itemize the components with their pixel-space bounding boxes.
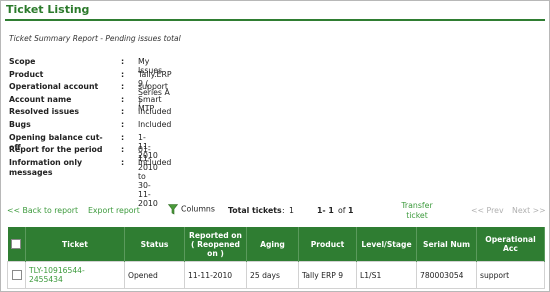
header-line: on ) [207,248,224,258]
total-tickets-label: Total tickets [228,206,282,215]
level-stage-cell: L1/S1 [356,261,417,289]
status-cell: Opened [124,261,185,289]
product-cell: Tally ERP 9 [298,261,357,289]
reported-on-cell: 11-11-2010 [184,261,247,289]
info-label: Report for the period [9,145,103,155]
table-row: TLY-10916544- 2455434 Opened 11-11-2010 … [7,261,545,289]
prev-page-link[interactable]: << Prev [471,206,504,215]
operational-acc-cell: support [476,261,545,289]
page-range: 1- 1 [317,206,334,215]
ticket-id-link[interactable]: TLY-10916544- 2455434 [29,266,85,284]
row-select-cell [7,261,26,289]
info-colon: : [121,57,125,66]
title-divider [5,19,545,21]
header-line: Reported on [189,230,242,240]
info-value: Included [138,157,172,167]
table-header-row: Ticket Status Reported on ( Reopened on … [7,227,545,262]
info-value: Included [138,107,172,117]
aging-cell: 25 days [246,261,299,289]
select-all-header [7,227,26,262]
info-label: Operational account [9,82,99,92]
row-checkbox[interactable] [11,270,22,280]
info-label: Account name [9,94,72,104]
total-tickets-colon: : [282,206,285,215]
serial-num-cell: 780003054 [416,261,477,289]
export-report-link[interactable]: Export report [88,206,140,215]
info-colon: : [121,145,125,155]
info-colon: : [121,107,125,117]
column-header-ticket[interactable]: Ticket [25,227,125,262]
columns-label: Columns [181,204,215,214]
header-line: Operational [485,235,536,244]
page-title: Ticket Listing [6,3,90,16]
ticket-id-line1: TLY-10916544- [29,266,85,275]
info-colon: : [121,94,125,104]
next-page-link[interactable]: Next >> [512,206,546,215]
info-colon: : [121,157,125,167]
page-of-label: of [338,206,346,215]
page-total: 1 [348,206,354,215]
info-value: support [138,82,168,92]
info-colon: : [121,132,125,142]
column-header-level-stage[interactable]: Level/Stage [356,227,417,262]
ticket-listing-panel: Ticket Listing Ticket Summary Report - P… [0,0,550,292]
funnel-icon [168,204,178,215]
info-colon: : [121,119,125,129]
ticket-id-line2: 2455434 [29,275,63,284]
column-header-aging[interactable]: Aging [246,227,299,262]
info-label: Scope [9,57,36,66]
back-to-report-link[interactable]: << Back to report [7,206,78,215]
info-value: 01-11-2010 to 30-11-2010 [138,145,158,209]
info-value: Included [138,119,172,129]
column-header-serial-num[interactable]: Serial Num [416,227,477,262]
transfer-ticket-label-line1: Transfer [401,201,433,210]
column-header-status[interactable]: Status [124,227,185,262]
header-line: ( Reopened [191,239,240,249]
column-header-operational-acc[interactable]: Operational Acc [476,227,545,262]
header-line: Acc [503,244,518,253]
column-header-product[interactable]: Product [298,227,357,262]
info-label: Information only messages [9,157,83,177]
info-colon: : [121,82,125,92]
transfer-ticket-label-line2: ticket [406,211,428,220]
column-header-reported-on[interactable]: Reported on ( Reopened on ) [184,227,247,262]
info-label: Bugs [9,119,31,129]
report-subtitle: Ticket Summary Report - Pending issues t… [9,34,181,43]
ticket-id-cell: TLY-10916544- 2455434 [25,261,125,289]
ticket-table: Ticket Status Reported on ( Reopened on … [7,227,545,289]
select-all-checkbox[interactable] [11,239,22,249]
info-colon: : [121,69,125,79]
total-tickets-value: 1 [289,206,294,215]
columns-button[interactable]: Columns [168,204,215,215]
info-label: Product [9,69,44,79]
report-toolbar: << Back to report Export report Columns … [1,201,550,225]
info-label: Resolved issues [9,107,80,117]
transfer-ticket-link[interactable]: Transfer ticket [393,201,441,221]
